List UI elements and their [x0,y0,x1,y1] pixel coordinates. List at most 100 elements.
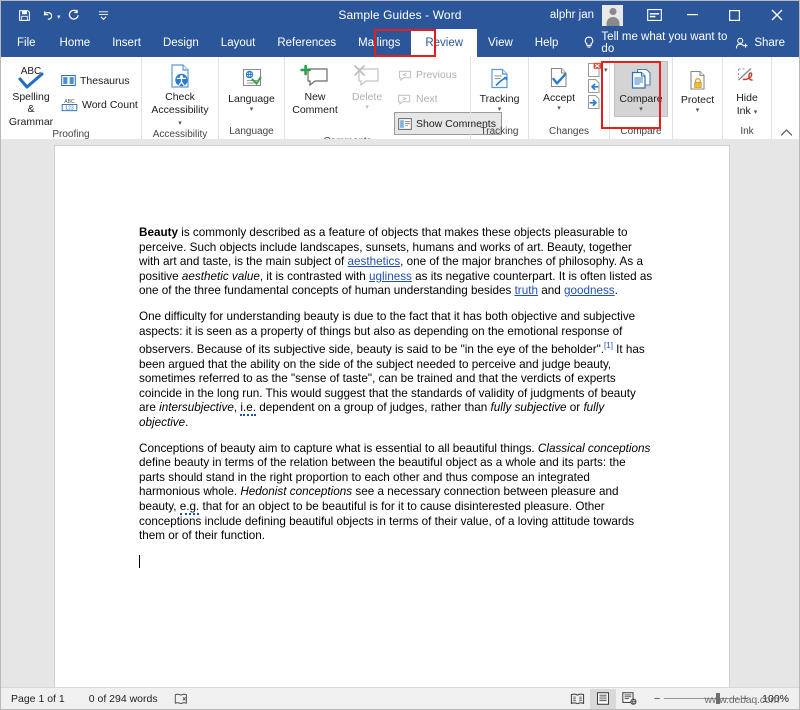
close-button[interactable] [755,1,799,29]
avatar[interactable] [602,4,623,26]
previous-change-button[interactable] [586,78,608,94]
proofing-status-icon[interactable] [168,693,198,705]
view-read-mode[interactable] [564,689,590,709]
group-label-ink: Ink [740,126,754,137]
ribbon-group-changes: Accept ▾ ▾ Changes [528,57,609,139]
ribbon-group-accessibility: Check Accessibility ▾ Accessibility [141,57,218,140]
accept-dropdown-icon[interactable]: ▾ [557,105,561,112]
run-p1-e: and [537,284,564,298]
view-print-layout[interactable] [590,688,617,709]
word-count-button[interactable]: ABC 123 Word Count [58,93,141,116]
run-p2-a: One difficulty for understanding beauty … [139,309,636,357]
document-body[interactable]: Beauty is commonly described as a featur… [139,226,653,581]
share-person-icon [735,37,749,50]
hide-ink-label-2: Ink ▾ [736,105,758,117]
text-cursor [139,554,140,568]
compare-dropdown-icon[interactable]: ▾ [639,106,643,113]
zoom-slider[interactable]: − + [642,693,756,705]
customize-qat-icon[interactable] [93,4,115,26]
share-button[interactable]: Share [735,29,799,57]
undo-dropdown-icon[interactable]: ▾ [57,13,61,21]
run-p1-c: , it is contrasted with [259,269,369,283]
ribbon-tab-bar: File Home Insert Design Layout Reference… [1,29,799,57]
ribbon-group-compare: Compare ▾ Compare [609,57,672,139]
language-label: Language [228,93,275,105]
svg-text:123: 123 [65,105,74,111]
compare-icon [628,66,654,92]
view-web-layout[interactable] [616,689,642,709]
tab-design[interactable]: Design [152,29,210,57]
hide-ink-button[interactable]: Hide Ink ▾ [722,61,772,117]
collapse-ribbon-icon[interactable] [780,128,793,137]
link-truth[interactable]: truth [515,284,538,297]
spelling-grammar-label-1: Spelling & [12,91,50,115]
grammar-error-ie[interactable]: i.e. [240,401,256,417]
tab-layout[interactable]: Layout [210,29,267,57]
next-change-icon [586,94,602,110]
restore-button[interactable] [713,1,755,29]
zoom-in-button[interactable]: + [738,693,752,705]
tab-home[interactable]: Home [49,29,102,57]
run-p3-d: that for an object to be beautiful is fo… [139,499,635,543]
page-indicator[interactable]: Page 1 of 1 [1,693,75,705]
hide-ink-dropdown-icon[interactable]: ▾ [754,109,758,116]
tab-references[interactable]: References [266,29,347,57]
tab-mailings[interactable]: Mailings [347,29,411,57]
link-aesthetics[interactable]: aesthetics [348,255,401,268]
compare-button[interactable]: Compare ▾ [614,61,668,117]
tracking-button[interactable]: Tracking ▾ [475,61,525,113]
hide-ink-label-1: Hide [736,92,758,104]
zoom-thumb[interactable] [716,693,721,704]
tab-file[interactable]: File [1,29,49,57]
reject-button[interactable]: ▾ [586,62,608,78]
run-p1-f: . [614,284,618,298]
tab-insert[interactable]: Insert [101,29,152,57]
group-label-language: Language [229,126,274,137]
document-page[interactable]: Beauty is commonly described as a featur… [55,146,729,687]
undo-icon[interactable] [37,4,59,26]
language-dropdown-icon[interactable]: ▾ [250,106,254,113]
check-accessibility-dropdown-icon[interactable]: ▾ [178,120,182,127]
accessibility-icon [167,64,193,90]
new-comment-label-2: Comment [292,104,338,116]
thesaurus-label: Thesaurus [80,74,130,87]
tracking-dropdown-icon[interactable]: ▾ [498,106,502,113]
accept-button[interactable]: Accept ▾ [534,61,584,112]
zoom-track[interactable] [664,693,739,704]
save-icon[interactable] [13,4,35,26]
check-accessibility-button[interactable]: Check Accessibility ▾ [147,61,213,128]
language-button[interactable]: Language ▾ [224,61,279,113]
ribbon-display-options-icon[interactable] [637,1,671,29]
hide-ink-icon [734,65,760,91]
protect-dropdown-icon[interactable]: ▾ [696,107,700,114]
reject-dropdown-icon[interactable]: ▾ [604,67,608,74]
tab-view[interactable]: View [477,29,524,57]
next-comment-icon [397,93,412,105]
reject-icon [586,62,602,78]
spelling-grammar-button[interactable]: ABC Spelling & Grammar [6,61,56,128]
new-comment-button[interactable]: New Comment [290,61,340,116]
tab-review[interactable]: Review [411,29,478,57]
minimize-button[interactable] [671,1,713,29]
footnote-ref-1[interactable]: [1] [604,341,613,350]
document-canvas[interactable]: Beauty is commonly described as a featur… [1,139,799,687]
delete-comment-label: Delete [351,91,383,103]
grammar-error-eg[interactable]: e.g. [179,499,200,515]
protect-button[interactable]: Protect ▾ [673,61,723,114]
abc-123-icon: ABC 123 [61,97,78,112]
check-accessibility-label-2: Accessibility ▾ [151,104,209,127]
delete-comment-dropdown-icon[interactable]: ▾ [365,104,369,111]
word-count-indicator[interactable]: 0 of 294 words [75,693,168,705]
thesaurus-button[interactable]: Thesaurus [58,69,141,92]
tab-help[interactable]: Help [524,29,570,57]
ribbon-group-comments: New Comment Delete ▾ Previous Next Show … [284,57,502,147]
link-ugliness[interactable]: ugliness [369,270,412,283]
zoom-out-button[interactable]: − [650,693,664,705]
redo-icon[interactable] [63,4,85,26]
next-change-button[interactable] [586,94,608,110]
delete-comment-button[interactable]: Delete ▾ [342,61,392,111]
zoom-level[interactable]: 100% [756,693,799,705]
tell-me-box[interactable]: Tell me what you want to do [569,29,735,57]
quick-access-toolbar: ▾ [1,4,115,26]
link-goodness[interactable]: goodness [564,284,615,297]
